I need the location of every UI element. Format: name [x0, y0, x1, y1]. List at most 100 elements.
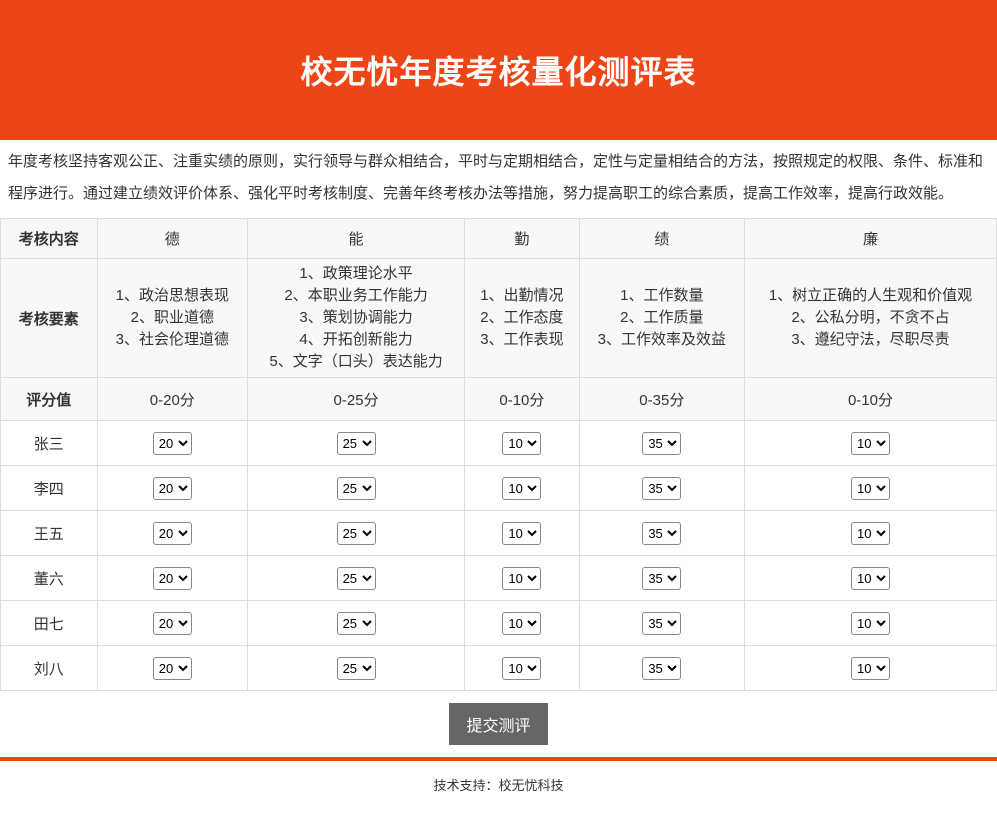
score-select[interactable]: 35: [642, 611, 682, 635]
factors-row: 考核要素 1、政治思想表现 2、职业道德 3、社会伦理道德 1、政策理论水平 2、本职业务…: [0, 258, 997, 378]
score-select[interactable]: 10: [502, 431, 542, 455]
factors-cell: 1、政治思想表现 2、职业道德 3、社会伦理道德: [96, 258, 249, 378]
factor-item: 2、职业道德: [130, 309, 214, 326]
score-select[interactable]: 25: [336, 476, 376, 500]
score-select[interactable]: 20: [152, 521, 192, 545]
score-cell: 20: [96, 555, 249, 601]
score-select[interactable]: 10: [850, 566, 890, 590]
factor-item: 3、策划协调能力: [299, 309, 413, 326]
score-select[interactable]: 10: [502, 566, 542, 590]
person-row: 王五 20 25 10 35 10: [0, 510, 997, 556]
submit-area: 提交测评: [0, 703, 997, 745]
score-cell: 35: [578, 600, 745, 646]
factor-item: 2、工作态度: [480, 309, 564, 326]
score-select[interactable]: 10: [502, 611, 542, 635]
score-select[interactable]: 25: [336, 656, 376, 680]
score-cell: 35: [578, 465, 745, 511]
score-select[interactable]: 10: [502, 521, 542, 545]
dimension-header: 德: [96, 218, 249, 259]
evaluation-table: 考核内容德能勤绩廉考核要素 1、政治思想表现 2、职业道德 3、社会伦理道德 1、政策理…: [0, 218, 997, 691]
score-cell: 10: [464, 600, 580, 646]
score-range-cell: 0-35分: [578, 377, 745, 421]
score-row-label: 评分值: [0, 377, 98, 421]
person-name: 刘八: [0, 645, 98, 691]
score-cell: 10: [464, 555, 580, 601]
score-select[interactable]: 20: [152, 476, 192, 500]
score-select[interactable]: 25: [336, 566, 376, 590]
score-range-cell: 0-10分: [464, 377, 580, 421]
score-cell: 25: [246, 510, 466, 556]
score-select[interactable]: 25: [336, 611, 376, 635]
submit-button[interactable]: 提交测评: [449, 703, 548, 745]
score-cell: 10: [743, 465, 997, 511]
score-select[interactable]: 20: [152, 611, 192, 635]
factor-item: 3、社会伦理道德: [115, 331, 229, 348]
factor-item: 2、公私分明，不贪不占: [791, 309, 950, 326]
factor-item: 1、工作数量: [620, 287, 704, 304]
person-row: 田七 20 25 10 35 10: [0, 600, 997, 646]
score-cell: 10: [743, 600, 997, 646]
score-select[interactable]: 35: [642, 521, 682, 545]
score-select[interactable]: 20: [152, 566, 192, 590]
person-name: 董六: [0, 555, 98, 601]
score-select[interactable]: 35: [642, 431, 682, 455]
score-cell: 20: [96, 465, 249, 511]
score-select[interactable]: 35: [642, 476, 682, 500]
score-cell: 20: [96, 420, 249, 466]
score-select[interactable]: 10: [850, 521, 890, 545]
factor-item: 1、政治思想表现: [115, 287, 229, 304]
factor-item: 3、遵纪守法，尽职尽责: [791, 331, 950, 348]
content-header-row: 考核内容德能勤绩廉: [0, 218, 997, 259]
dimension-header: 勤: [464, 218, 580, 259]
score-select[interactable]: 10: [502, 476, 542, 500]
score-cell: 35: [578, 645, 745, 691]
score-range-row: 评分值 0-20分 0-25分 0-10分 0-35分 0-10分: [0, 377, 997, 421]
score-cell: 20: [96, 510, 249, 556]
score-cell: 25: [246, 420, 466, 466]
score-select[interactable]: 25: [336, 431, 376, 455]
score-select[interactable]: 10: [850, 656, 890, 680]
factors-cell: 1、出勤情况 2、工作态度 3、工作表现: [464, 258, 580, 378]
person-row: 张三 20 25 10 35 10: [0, 420, 997, 466]
score-cell: 10: [464, 465, 580, 511]
person-row: 李四 20 25 10 35 10: [0, 465, 997, 511]
score-cell: 35: [578, 420, 745, 466]
score-select[interactable]: 10: [502, 656, 542, 680]
factor-item: 2、本职业务工作能力: [284, 287, 428, 304]
score-select[interactable]: 35: [642, 566, 682, 590]
person-row: 刘八 20 25 10 35 10: [0, 645, 997, 691]
score-cell: 25: [246, 600, 466, 646]
score-select[interactable]: 20: [152, 431, 192, 455]
factors-cell: 1、政策理论水平 2、本职业务工作能力 3、策划协调能力 4、开拓创新能力 5、文字（口…: [246, 258, 466, 378]
score-cell: 35: [578, 555, 745, 601]
footer-support-text: 技术支持：校无忧科技: [433, 778, 564, 793]
page-header-banner: 校无忧年度考核量化测评表: [0, 0, 997, 140]
factor-item: 4、开拓创新能力: [299, 331, 413, 348]
score-select[interactable]: 10: [850, 431, 890, 455]
page-title: 校无忧年度考核量化测评表: [300, 54, 697, 90]
score-cell: 10: [743, 510, 997, 556]
score-select[interactable]: 35: [642, 656, 682, 680]
score-cell: 10: [464, 645, 580, 691]
score-select[interactable]: 10: [850, 476, 890, 500]
dimension-header: 能: [246, 218, 466, 259]
score-select[interactable]: 10: [850, 611, 890, 635]
score-select[interactable]: 25: [336, 521, 376, 545]
score-cell: 25: [246, 555, 466, 601]
person-row: 董六 20 25 10 35 10: [0, 555, 997, 601]
score-cell: 10: [464, 420, 580, 466]
score-cell: 25: [246, 645, 466, 691]
factor-item: 5、文字（口头）表达能力: [269, 353, 443, 370]
score-cell: 10: [743, 420, 997, 466]
score-cell: 35: [578, 510, 745, 556]
score-cell: 10: [743, 645, 997, 691]
content-row-label: 考核内容: [0, 218, 98, 259]
intro-paragraph: 年度考核坚持客观公正、注重实绩的原则，实行领导与群众相结合，平时与定期相结合，定…: [8, 153, 984, 202]
factor-item: 1、政策理论水平: [299, 265, 413, 282]
dimension-header: 廉: [743, 218, 997, 259]
score-cell: 20: [96, 600, 249, 646]
score-select[interactable]: 20: [152, 656, 192, 680]
person-name: 王五: [0, 510, 98, 556]
factors-cell: 1、工作数量 2、工作质量 3、工作效率及效益: [578, 258, 745, 378]
score-range-cell: 0-20分: [96, 377, 249, 421]
